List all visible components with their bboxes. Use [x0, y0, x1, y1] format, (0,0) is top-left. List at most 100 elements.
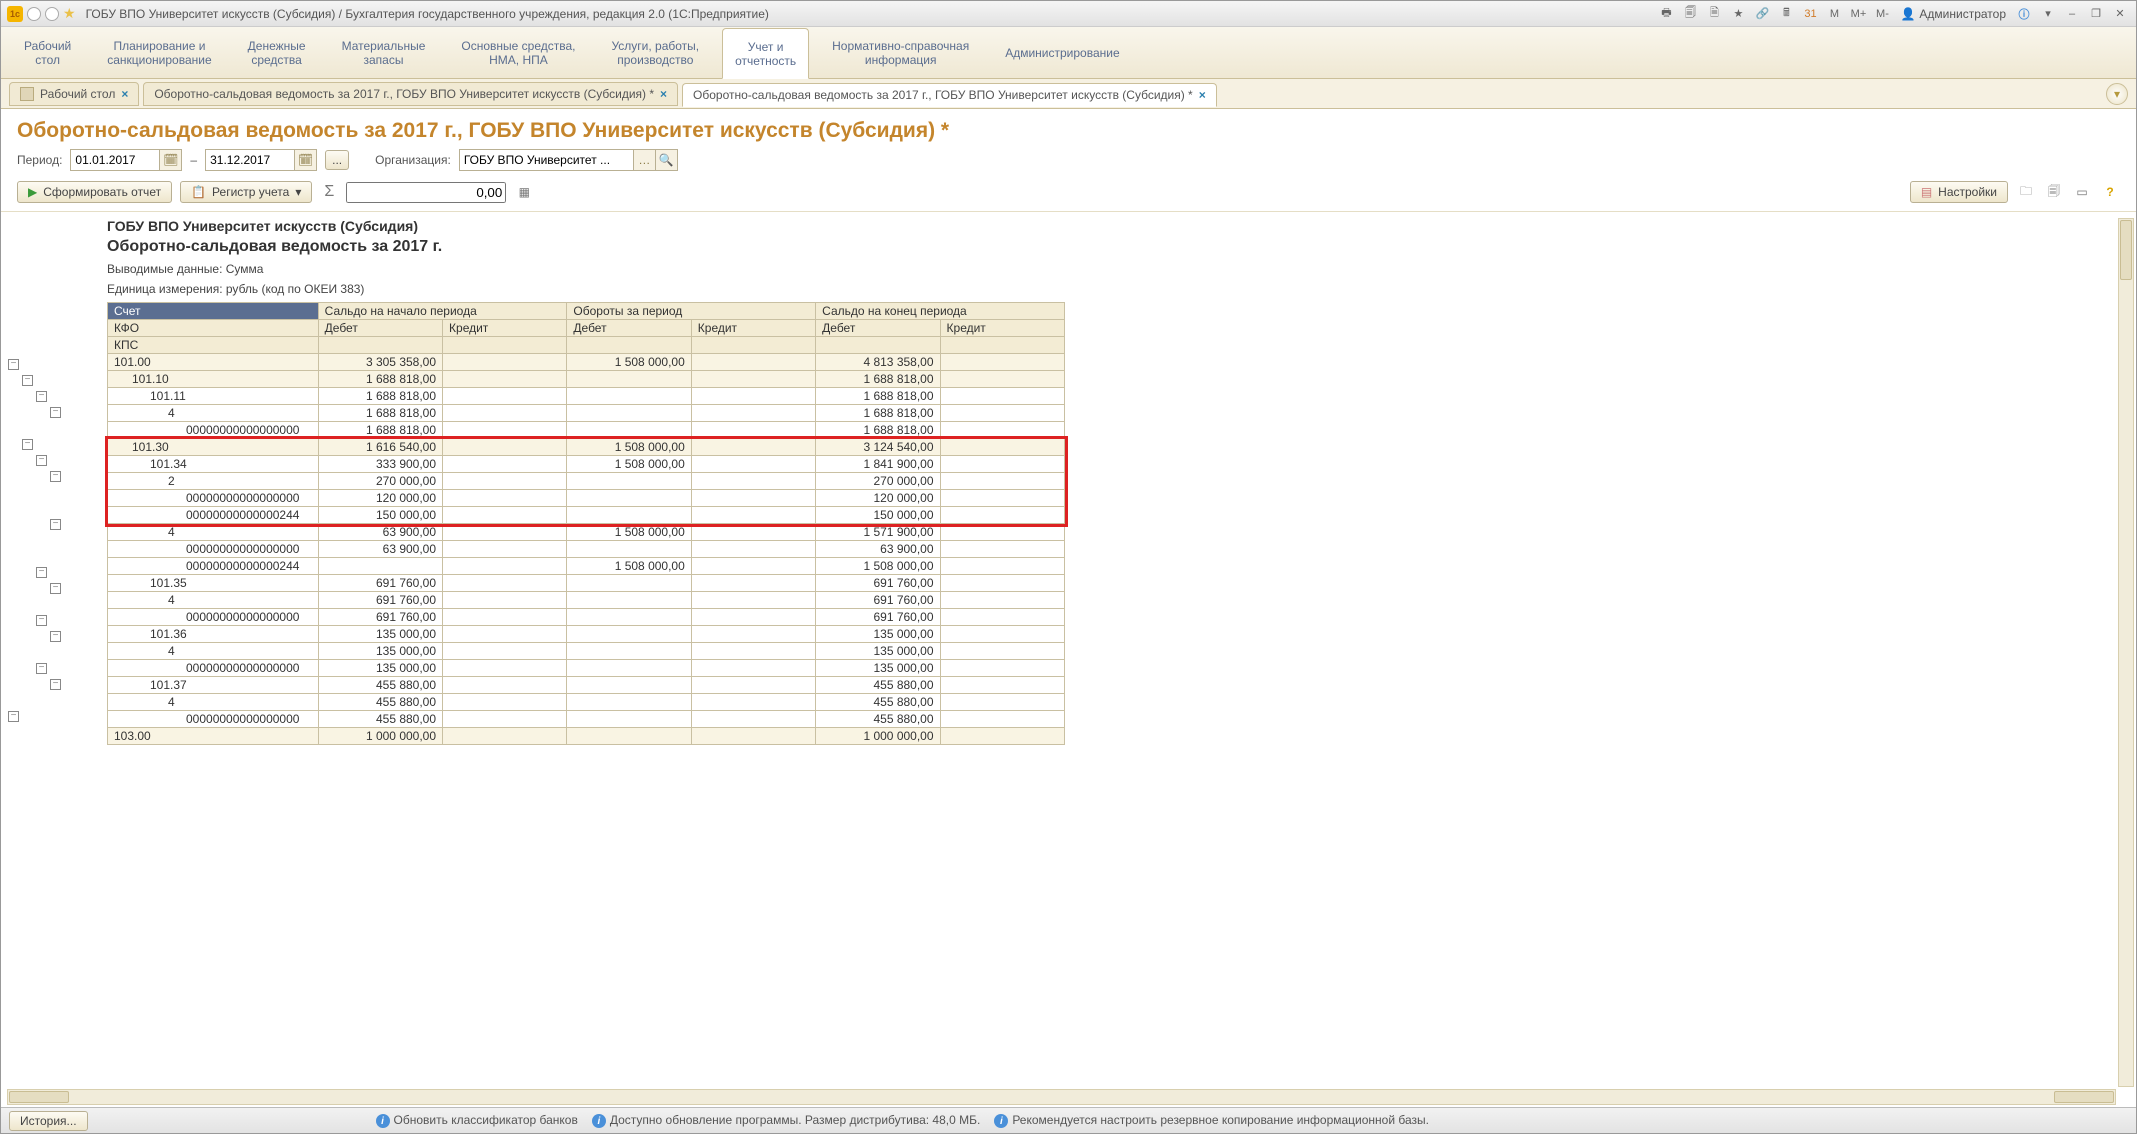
table-row[interactable]: 000000000000002441 508 000,001 508 000,0…: [108, 558, 1065, 575]
tree-toggle-icon[interactable]: −: [50, 679, 61, 690]
mem-mplus[interactable]: M+: [1848, 5, 1868, 23]
table-row[interactable]: 4691 760,00691 760,00: [108, 592, 1065, 609]
horizontal-scrollbar[interactable]: [7, 1089, 2116, 1105]
section-item[interactable]: Материальныезапасы: [329, 27, 439, 78]
tree-toggle-icon[interactable]: −: [36, 455, 47, 466]
tab[interactable]: Оборотно-сальдовая ведомость за 2017 г.,…: [682, 83, 1217, 107]
table-row[interactable]: 0000000000000000063 900,0063 900,00: [108, 541, 1065, 558]
h-scroll-thumb-right[interactable]: [2054, 1091, 2114, 1103]
date-from-calendar-icon[interactable]: 🗓: [160, 149, 182, 171]
org-select-icon[interactable]: …: [634, 149, 656, 171]
org-input[interactable]: [459, 149, 634, 171]
col-end-balance[interactable]: Сальдо на конец периода: [816, 303, 1065, 320]
minimize-icon[interactable]: –: [2062, 5, 2082, 23]
favorite-icon[interactable]: ★: [63, 5, 76, 22]
table-row[interactable]: 2270 000,00270 000,00: [108, 473, 1065, 490]
col-kps[interactable]: КПС: [108, 337, 319, 354]
mem-mminus[interactable]: M-: [1872, 5, 1892, 23]
col-ok[interactable]: Кредит: [691, 320, 815, 337]
help-icon[interactable]: ⓘ: [2014, 5, 2034, 23]
section-item[interactable]: Рабочийстол: [11, 27, 84, 78]
status-msg-1[interactable]: iОбновить классификатор банков: [376, 1113, 578, 1129]
table-row[interactable]: 103.001 000 000,001 000 000,00: [108, 728, 1065, 745]
tool-b-icon[interactable]: 🗐: [2044, 182, 2064, 202]
table-row[interactable]: 101.36135 000,00135 000,00: [108, 626, 1065, 643]
tree-toggle-icon[interactable]: −: [50, 407, 61, 418]
section-item[interactable]: Учет иотчетность: [722, 28, 809, 79]
nav-back-icon[interactable]: [27, 7, 41, 21]
section-item[interactable]: Администрирование: [992, 27, 1132, 78]
table-row[interactable]: 101.111 688 818,001 688 818,00: [108, 388, 1065, 405]
sum-icon[interactable]: Σ: [320, 183, 338, 201]
table-icon[interactable]: ▦: [514, 182, 534, 202]
col-sd[interactable]: Дебет: [318, 320, 442, 337]
col-turnover[interactable]: Обороты за период: [567, 303, 816, 320]
section-item[interactable]: Нормативно-справочнаяинформация: [819, 27, 982, 78]
v-scroll-thumb[interactable]: [2120, 220, 2132, 280]
settings-button[interactable]: ▤Настройки: [1910, 181, 2008, 203]
table-row[interactable]: 101.101 688 818,001 688 818,00: [108, 371, 1065, 388]
col-ek[interactable]: Кредит: [940, 320, 1064, 337]
tree-toggle-icon[interactable]: −: [22, 439, 33, 450]
tree-toggle-icon[interactable]: −: [50, 471, 61, 482]
tree-toggle-icon[interactable]: −: [22, 375, 33, 386]
calendar-icon[interactable]: 31: [1800, 5, 1820, 23]
tree-toggle-icon[interactable]: −: [50, 583, 61, 594]
tool-icon-1[interactable]: 🖶: [1656, 5, 1676, 23]
table-row[interactable]: 41 688 818,001 688 818,00: [108, 405, 1065, 422]
table-row[interactable]: 101.35691 760,00691 760,00: [108, 575, 1065, 592]
tool-favorite-icon[interactable]: ★: [1728, 5, 1748, 23]
tree-toggle-icon[interactable]: −: [8, 711, 19, 722]
register-dropdown[interactable]: 📋Регистр учета ▾: [180, 181, 312, 203]
help-circle-icon[interactable]: ?: [2100, 182, 2120, 202]
col-kfo[interactable]: КФО: [108, 320, 319, 337]
tab-close-icon[interactable]: ×: [121, 87, 128, 101]
tool-icon-3[interactable]: 🗎: [1704, 5, 1724, 23]
tool-a-icon[interactable]: 🗀: [2016, 182, 2036, 202]
vertical-scrollbar[interactable]: [2118, 218, 2134, 1087]
calculator-icon[interactable]: 🖩: [1776, 5, 1796, 23]
history-button[interactable]: История...: [9, 1111, 88, 1131]
table-row[interactable]: 4455 880,00455 880,00: [108, 694, 1065, 711]
tree-toggle-icon[interactable]: −: [8, 359, 19, 370]
status-msg-2[interactable]: iДоступно обновление программы. Размер д…: [592, 1113, 980, 1129]
h-scroll-thumb-left[interactable]: [9, 1091, 69, 1103]
tab[interactable]: Оборотно-сальдовая ведомость за 2017 г.,…: [143, 82, 678, 106]
tab-close-icon[interactable]: ×: [660, 87, 667, 101]
table-row[interactable]: 00000000000000244150 000,00150 000,00: [108, 507, 1065, 524]
nav-fwd-icon[interactable]: [45, 7, 59, 21]
section-item[interactable]: Основные средства,НМА, НПА: [448, 27, 588, 78]
date-to-input[interactable]: [205, 149, 295, 171]
table-row[interactable]: 00000000000000000120 000,00120 000,00: [108, 490, 1065, 507]
tree-toggle-icon[interactable]: −: [36, 567, 47, 578]
col-sk[interactable]: Кредит: [443, 320, 567, 337]
dropdown-icon[interactable]: ▾: [2038, 5, 2058, 23]
table-row[interactable]: 101.34333 900,001 508 000,001 841 900,00: [108, 456, 1065, 473]
tabs-overflow-icon[interactable]: ▾: [2106, 83, 2128, 105]
table-row[interactable]: 101.003 305 358,001 508 000,004 813 358,…: [108, 354, 1065, 371]
col-ed[interactable]: Дебет: [816, 320, 940, 337]
tree-toggle-icon[interactable]: −: [36, 615, 47, 626]
tab[interactable]: Рабочий стол×: [9, 82, 139, 106]
table-row[interactable]: 00000000000000000135 000,00135 000,00: [108, 660, 1065, 677]
tree-toggle-icon[interactable]: −: [50, 519, 61, 530]
table-row[interactable]: 463 900,001 508 000,001 571 900,00: [108, 524, 1065, 541]
org-search-icon[interactable]: 🔍: [656, 149, 678, 171]
table-row[interactable]: 101.301 616 540,001 508 000,003 124 540,…: [108, 439, 1065, 456]
table-row[interactable]: 101.37455 880,00455 880,00: [108, 677, 1065, 694]
close-icon[interactable]: ✕: [2110, 5, 2130, 23]
col-start-balance[interactable]: Сальдо на начало периода: [318, 303, 567, 320]
col-od[interactable]: Дебет: [567, 320, 691, 337]
tree-toggle-icon[interactable]: −: [50, 631, 61, 642]
table-row[interactable]: 000000000000000001 688 818,001 688 818,0…: [108, 422, 1065, 439]
mem-m[interactable]: M: [1824, 5, 1844, 23]
tool-c-icon[interactable]: ▭: [2072, 182, 2092, 202]
tree-toggle-icon[interactable]: −: [36, 391, 47, 402]
user-label[interactable]: 👤Администратор: [1896, 7, 2010, 21]
run-report-button[interactable]: ▶Сформировать отчет: [17, 181, 172, 203]
tool-link-icon[interactable]: 🔗: [1752, 5, 1772, 23]
tool-icon-2[interactable]: 🗐: [1680, 5, 1700, 23]
section-item[interactable]: Услуги, работы,производство: [598, 27, 712, 78]
sum-value-input[interactable]: [346, 182, 506, 203]
table-row[interactable]: 00000000000000000691 760,00691 760,00: [108, 609, 1065, 626]
